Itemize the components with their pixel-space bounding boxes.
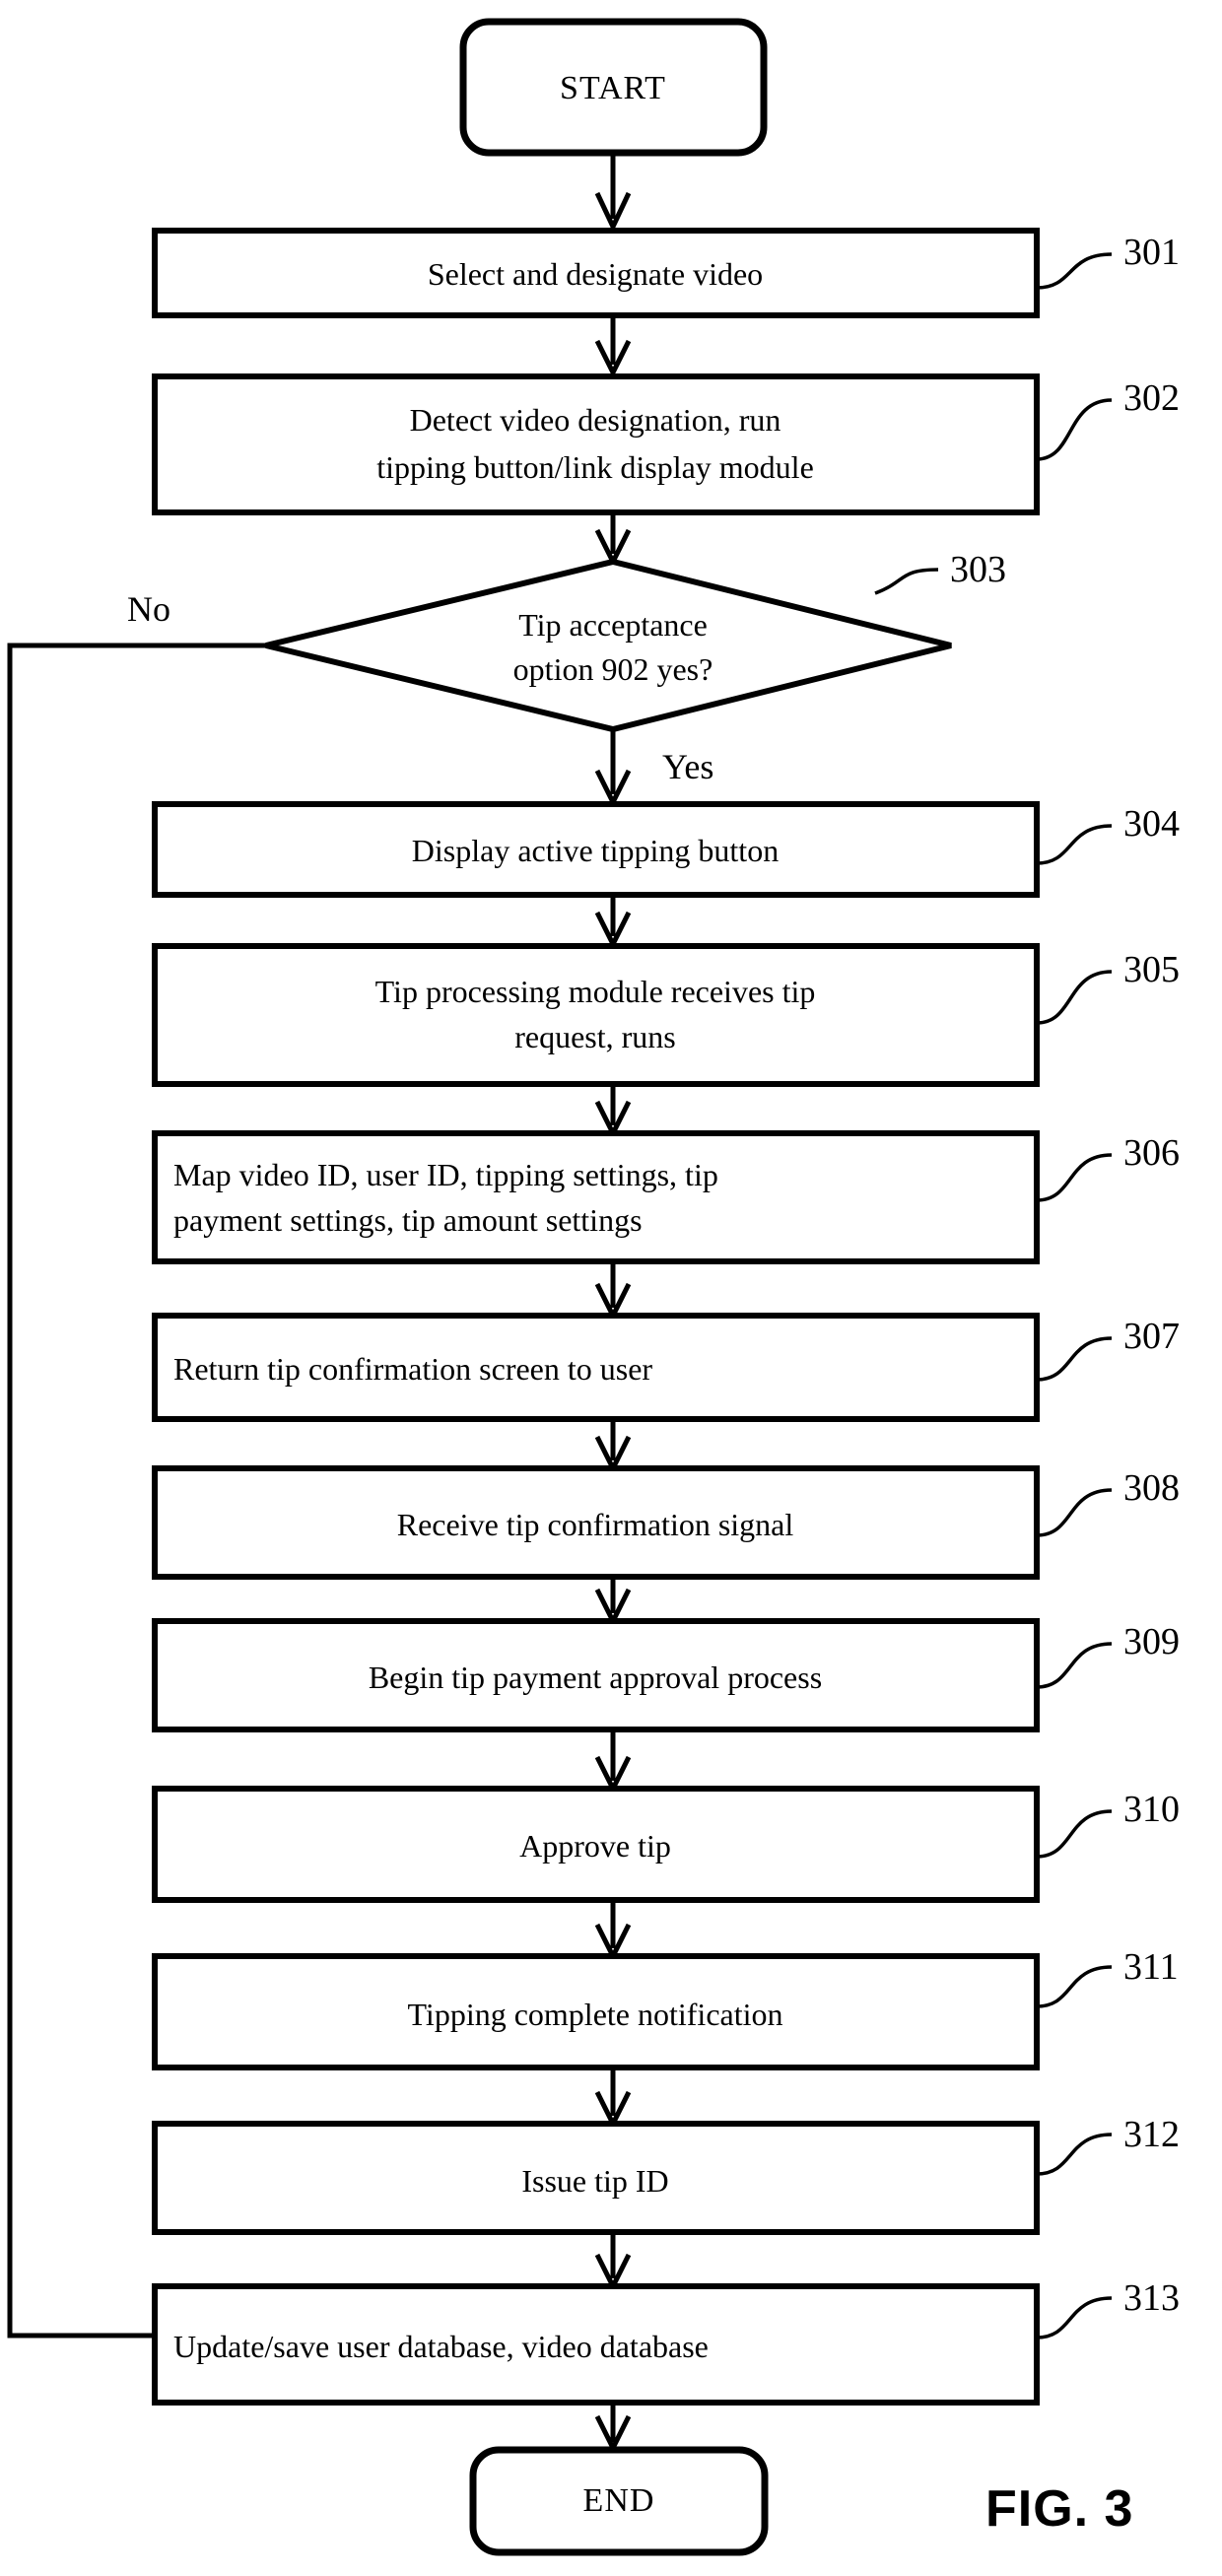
- leader-line-307: [1036, 1336, 1113, 1382]
- reference-number-307: 307: [1123, 1316, 1180, 1357]
- leader-line-312: [1036, 2133, 1113, 2176]
- process-box-309-line-1: Begin tip payment approval process: [369, 1660, 822, 1695]
- branch-label-no: No: [127, 589, 170, 629]
- decision-diamond-303: [265, 558, 952, 733]
- process-box-308-line-1: Receive tip confirmation signal: [397, 1507, 794, 1542]
- process-box-302: [152, 373, 1040, 515]
- process-box-301-line-1: Select and designate video: [428, 256, 763, 292]
- branch-label-yes: Yes: [662, 747, 713, 786]
- reference-number-313: 313: [1123, 2277, 1180, 2319]
- reference-number-306: 306: [1123, 1132, 1180, 1174]
- reference-number-309: 309: [1123, 1621, 1180, 1662]
- process-box-310-line-1: Approve tip: [519, 1828, 671, 1864]
- decision-diamond-303-line-1: Tip acceptance: [518, 607, 708, 643]
- start-terminal-label: START: [560, 70, 666, 106]
- leader-line-304: [1036, 824, 1113, 865]
- process-box-306-line-1: Map video ID, user ID, tipping settings,…: [173, 1157, 718, 1192]
- reference-number-311: 311: [1123, 1946, 1179, 1988]
- process-box-302-line-1: Detect video designation, run: [410, 402, 781, 438]
- process-box-305-line-1: Tip processing module receives tip: [375, 974, 816, 1009]
- reference-number-305: 305: [1123, 949, 1180, 990]
- process-box-312-line-1: Issue tip ID: [521, 2163, 668, 2199]
- leader-line-311: [1036, 1965, 1113, 2008]
- process-box-311-line-1: Tipping complete notification: [408, 1997, 783, 2032]
- leader-line-313: [1036, 2296, 1113, 2339]
- figure-canvas: START Select and designate video 301 Det…: [0, 0, 1222, 2576]
- leader-line-310: [1036, 1809, 1113, 1859]
- figure-label: FIG. 3: [985, 2480, 1133, 2538]
- leader-line-309: [1036, 1642, 1113, 1689]
- process-box-306-line-2: payment settings, tip amount settings: [173, 1202, 643, 1238]
- reference-number-310: 310: [1123, 1789, 1180, 1830]
- leader-line-306: [1036, 1153, 1113, 1202]
- end-terminal-label: END: [583, 2482, 655, 2519]
- leader-line-301: [1036, 252, 1113, 290]
- reference-number-302: 302: [1123, 377, 1180, 419]
- process-box-313-line-1: Update/save user database, video databas…: [173, 2329, 709, 2364]
- process-box-306: [152, 1130, 1040, 1264]
- process-box-307-line-1: Return tip confirmation screen to user: [173, 1351, 652, 1387]
- leader-line-303: [874, 568, 939, 595]
- process-box-302-line-2: tipping button/link display module: [376, 449, 814, 485]
- process-box-305: [152, 943, 1040, 1087]
- reference-number-312: 312: [1123, 2114, 1180, 2155]
- reference-number-301: 301: [1123, 232, 1180, 273]
- leader-line-305: [1036, 970, 1113, 1025]
- leader-line-302: [1036, 398, 1113, 461]
- reference-number-308: 308: [1123, 1467, 1180, 1509]
- flowchart-svg: START Select and designate video 301 Det…: [7, 18, 1180, 2556]
- reference-number-303: 303: [950, 549, 1006, 590]
- process-box-305-line-2: request, runs: [514, 1019, 676, 1054]
- reference-number-304: 304: [1123, 803, 1180, 845]
- process-box-304-line-1: Display active tipping button: [412, 833, 779, 868]
- decision-diamond-303-line-2: option 902 yes?: [513, 651, 713, 687]
- leader-line-308: [1036, 1488, 1113, 1537]
